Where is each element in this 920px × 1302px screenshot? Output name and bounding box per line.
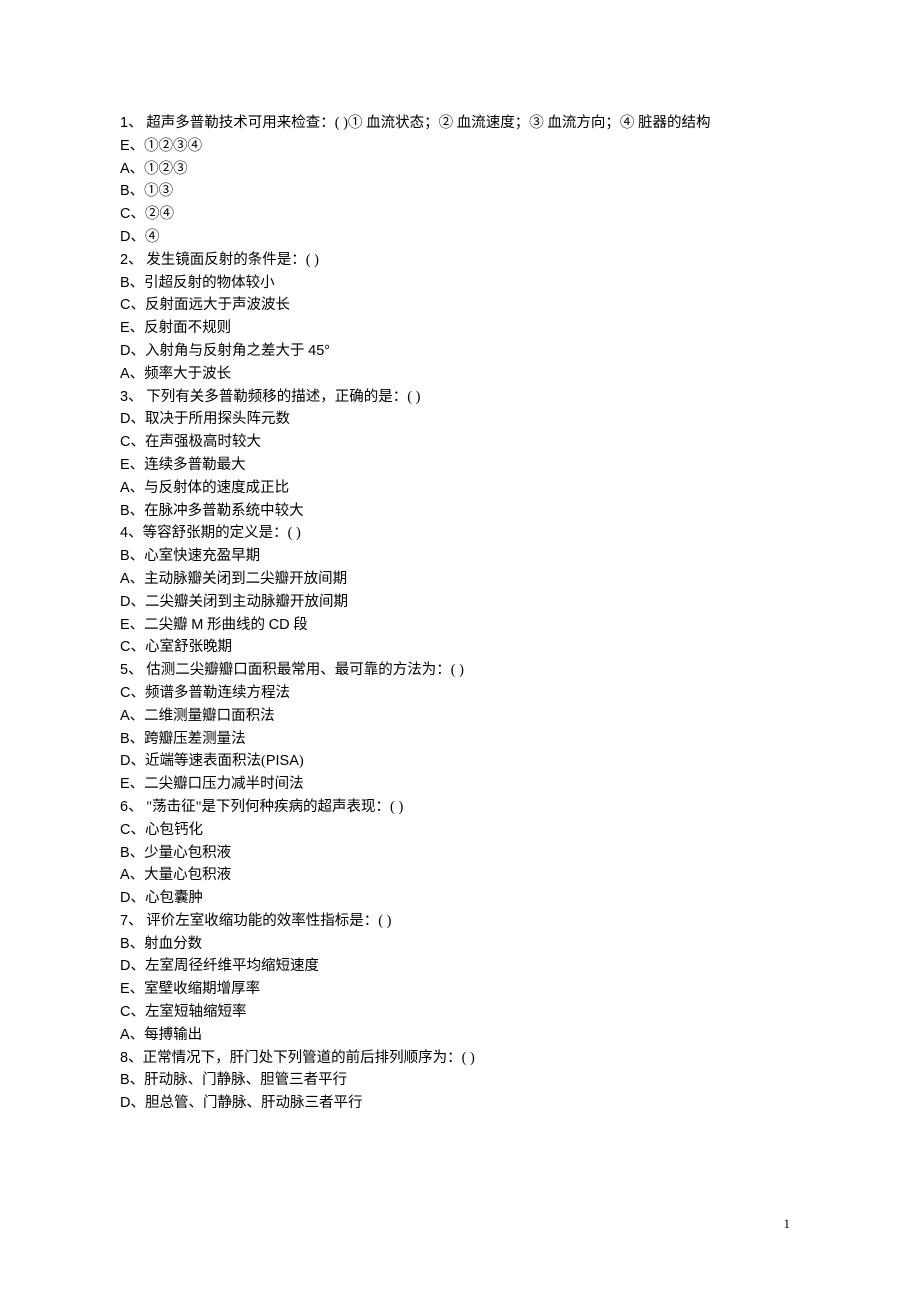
- text-line: B、少量心包积液: [120, 842, 800, 865]
- text-line: D、胆总管、门静脉、肝动脉三者平行: [120, 1092, 800, 1115]
- text-line: 6、 "荡击征"是下列何种疾病的超声表现：( ): [120, 796, 800, 819]
- text-line: C、在声强极高时较大: [120, 431, 800, 454]
- text-line: E、室壁收缩期增厚率: [120, 978, 800, 1001]
- text-line: C、反射面远大于声波波长: [120, 294, 800, 317]
- text-line: D、左室周径纤维平均缩短速度: [120, 955, 800, 978]
- text-line: A、二维测量瓣口面积法: [120, 705, 800, 728]
- text-line: B、在脉冲多普勒系统中较大: [120, 500, 800, 523]
- text-line: B、①③: [120, 180, 800, 203]
- text-line: 1、 超声多普勒技术可用来检查：( )① 血流状态；② 血流速度；③ 血流方向；…: [120, 112, 800, 135]
- text-line: B、射血分数: [120, 933, 800, 956]
- text-line: A、与反射体的速度成正比: [120, 477, 800, 500]
- text-line: A、大量心包积液: [120, 864, 800, 887]
- text-line: C、心包钙化: [120, 819, 800, 842]
- text-line: 8、正常情况下，肝门处下列管道的前后排列顺序为：( ): [120, 1047, 800, 1070]
- question-list: 1、 超声多普勒技术可用来检查：( )① 血流状态；② 血流速度；③ 血流方向；…: [120, 112, 800, 1115]
- text-line: 5、 估测二尖瓣瓣口面积最常用、最可靠的方法为：( ): [120, 659, 800, 682]
- text-line: A、频率大于波长: [120, 363, 800, 386]
- text-line: 4、等容舒张期的定义是：( ): [120, 522, 800, 545]
- text-line: B、心室快速充盈早期: [120, 545, 800, 568]
- text-line: D、取决于所用探头阵元数: [120, 408, 800, 431]
- text-line: 7、 评价左室收缩功能的效率性指标是：( ): [120, 910, 800, 933]
- text-line: B、引超反射的物体较小: [120, 272, 800, 295]
- text-line: C、②④: [120, 203, 800, 226]
- text-line: C、频谱多普勒连续方程法: [120, 682, 800, 705]
- text-line: C、心室舒张晚期: [120, 636, 800, 659]
- page-number: 1: [784, 1216, 791, 1232]
- text-line: D、入射角与反射角之差大于 45°: [120, 340, 800, 363]
- text-line: 2、 发生镜面反射的条件是：( ): [120, 249, 800, 272]
- text-line: E、二尖瓣口压力减半时间法: [120, 773, 800, 796]
- text-line: D、二尖瓣关闭到主动脉瓣开放间期: [120, 591, 800, 614]
- text-line: D、近端等速表面积法(PISA): [120, 750, 800, 773]
- text-line: 3、 下列有关多普勒频移的描述，正确的是：( ): [120, 386, 800, 409]
- text-line: E、二尖瓣 M 形曲线的 CD 段: [120, 614, 800, 637]
- text-line: E、①②③④: [120, 135, 800, 158]
- text-line: A、主动脉瓣关闭到二尖瓣开放间期: [120, 568, 800, 591]
- text-line: E、连续多普勒最大: [120, 454, 800, 477]
- text-line: B、跨瓣压差测量法: [120, 728, 800, 751]
- text-line: A、①②③: [120, 158, 800, 181]
- text-line: B、肝动脉、门静脉、胆管三者平行: [120, 1069, 800, 1092]
- text-line: E、反射面不规则: [120, 317, 800, 340]
- text-line: D、④: [120, 226, 800, 249]
- text-line: D、心包囊肿: [120, 887, 800, 910]
- text-line: C、左室短轴缩短率: [120, 1001, 800, 1024]
- text-line: A、每搏输出: [120, 1024, 800, 1047]
- document-page: 1、 超声多普勒技术可用来检查：( )① 血流状态；② 血流速度；③ 血流方向；…: [0, 0, 920, 1115]
